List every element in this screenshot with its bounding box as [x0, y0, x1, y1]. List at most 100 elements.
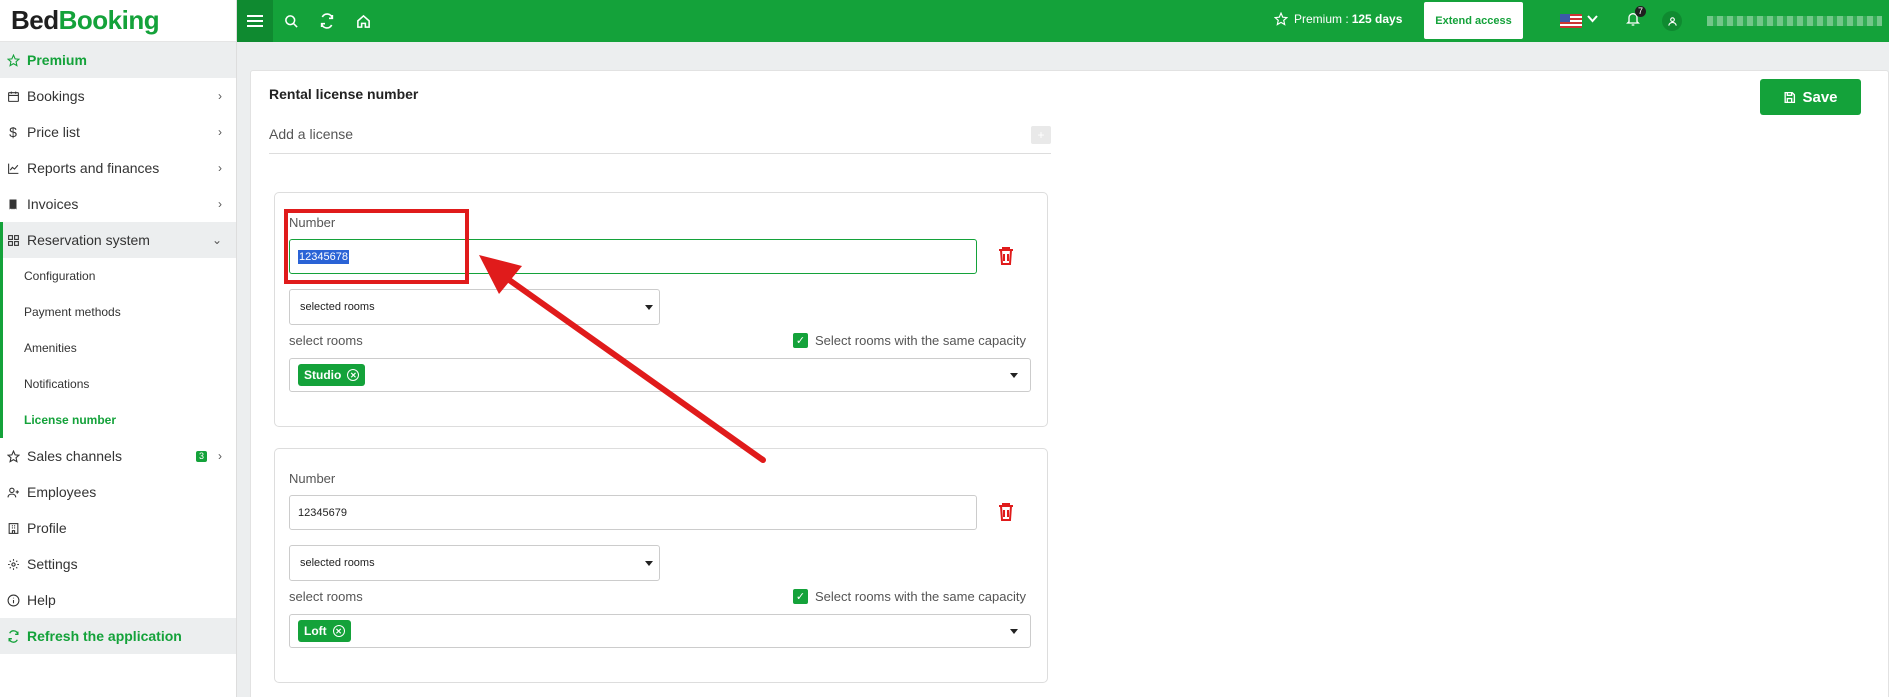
chevron-right-icon: › — [218, 197, 222, 211]
premium-days: 125 days — [1351, 12, 1403, 26]
sidebar-item-label: Premium — [27, 52, 87, 68]
reservation-subnav: Configuration Payment methods Amenities … — [0, 258, 236, 438]
room-chip: Loft ✕ — [298, 620, 351, 642]
sidebar-subitem-configuration[interactable]: Configuration — [3, 258, 236, 294]
number-label: Number — [289, 471, 336, 486]
caret-down-icon — [1010, 373, 1018, 378]
user-plus-icon — [6, 485, 20, 499]
premium-label: Premium : — [1294, 12, 1349, 26]
select-rooms-label: select rooms — [289, 589, 363, 604]
room-mode-value: selected rooms — [300, 301, 375, 313]
same-capacity-label: Select rooms with the same capacity — [815, 333, 1026, 348]
sidebar-item-employees[interactable]: Employees — [0, 474, 236, 510]
save-button[interactable]: Save — [1760, 79, 1861, 115]
sidebar-item-label: Reports and finances — [27, 160, 160, 176]
info-circle-icon — [6, 593, 20, 607]
extend-access-button[interactable]: Extend access — [1424, 2, 1523, 39]
sidebar-subitem-payment-methods[interactable]: Payment methods — [3, 294, 236, 330]
sidebar-subitem-license-number[interactable]: License number — [3, 402, 236, 438]
hamburger-menu-icon[interactable] — [237, 0, 273, 42]
user-icon — [1667, 16, 1677, 26]
license-number-value: 12345679 — [298, 506, 347, 519]
save-label: Save — [1802, 88, 1838, 106]
same-capacity-checkbox[interactable]: ✓ Select rooms with the same capacity — [793, 589, 1026, 604]
grid-icon — [6, 233, 20, 247]
room-mode-select[interactable]: selected rooms — [289, 289, 660, 325]
add-license-label: Add a license — [269, 126, 354, 142]
add-license-button[interactable]: + — [1031, 126, 1051, 144]
sidebar-item-invoices[interactable]: Invoices › — [0, 186, 236, 222]
chevron-right-icon: › — [218, 449, 222, 463]
brand-logo[interactable]: Bed Booking — [0, 0, 236, 42]
chart-line-icon — [6, 161, 20, 175]
rooms-multiselect[interactable]: Loft ✕ — [289, 614, 1031, 648]
sidebar-item-label: Employees — [27, 484, 97, 500]
caret-down-icon — [645, 305, 653, 310]
sidebar-item-label: Profile — [27, 520, 67, 536]
premium-status: Premium : 125 days — [1274, 12, 1402, 26]
count-badge: 3 — [195, 451, 207, 462]
remove-chip-icon[interactable]: ✕ — [347, 369, 360, 381]
sidebar-item-profile[interactable]: Profile — [0, 510, 236, 546]
checkmark-icon: ✓ — [793, 333, 809, 348]
chevron-right-icon: › — [218, 89, 222, 103]
building-icon — [6, 521, 20, 535]
sidebar-subitem-notifications[interactable]: Notifications — [3, 366, 236, 402]
chevron-down-icon[interactable] — [1587, 12, 1598, 26]
sidebar-item-price-list[interactable]: $ Price list › — [0, 114, 236, 150]
chevron-down-icon: ⌄ — [211, 233, 222, 247]
sidebar-item-label: Reservation system — [27, 232, 150, 248]
brand-part-1: Bed — [11, 5, 59, 35]
home-icon[interactable] — [345, 0, 381, 42]
sidebar-subitem-amenities[interactable]: Amenities — [3, 330, 236, 366]
star-icon — [1274, 12, 1288, 26]
trash-icon[interactable] — [998, 246, 1016, 266]
remove-chip-icon[interactable]: ✕ — [332, 625, 345, 637]
sidebar-item-sales-channels[interactable]: Sales channels 3 › — [0, 438, 236, 474]
refresh-icon — [6, 629, 20, 643]
sidebar-item-settings[interactable]: Settings — [0, 546, 236, 582]
license-number-input[interactable]: 12345679 — [289, 495, 977, 530]
select-rooms-label: select rooms — [289, 333, 363, 348]
sidebar-item-label: Invoices — [27, 196, 79, 212]
gear-icon — [6, 557, 20, 571]
checkmark-icon: ✓ — [793, 589, 809, 604]
add-license-row: Add a license + — [269, 126, 1051, 154]
sidebar-item-help[interactable]: Help — [0, 582, 236, 618]
trash-icon[interactable] — [998, 502, 1016, 522]
room-chip-label: Loft — [304, 624, 327, 638]
dollar-icon: $ — [9, 124, 17, 140]
user-avatar[interactable] — [1662, 11, 1682, 31]
sidebar-item-label: Price list — [27, 124, 80, 140]
us-flag-icon[interactable] — [1560, 14, 1582, 28]
star-outline-icon — [6, 449, 20, 463]
sidebar-item-bookings[interactable]: Bookings › — [0, 78, 236, 114]
room-mode-select[interactable]: selected rooms — [289, 545, 660, 581]
sidebar-item-reports[interactable]: Reports and finances › — [0, 150, 236, 186]
sidebar: Bed Booking Premium Bookings › $ Price li… — [0, 0, 237, 697]
room-chip-label: Studio — [304, 368, 342, 382]
license-settings-card: Rental license number Save Add a license… — [250, 70, 1889, 697]
refresh-application-button[interactable]: Refresh the application — [0, 618, 236, 654]
chevron-right-icon: › — [218, 161, 222, 175]
search-icon[interactable] — [273, 0, 309, 42]
star-icon — [6, 53, 20, 67]
sidebar-item-label: Help — [27, 592, 56, 608]
floppy-disk-icon — [1784, 91, 1796, 103]
user-name-blurred[interactable] — [1707, 16, 1882, 26]
sidebar-item-premium[interactable]: Premium — [0, 42, 236, 78]
sidebar-item-label: Sales channels — [27, 448, 122, 464]
annotation-highlight-box — [284, 209, 469, 284]
notification-count-badge: 7 — [1635, 6, 1647, 17]
sidebar-item-reservation-system[interactable]: Reservation system ⌄ — [0, 222, 236, 258]
license-entry: Number 12345679 selected rooms select ro… — [274, 448, 1048, 683]
sidebar-item-label: Bookings — [27, 88, 85, 104]
room-chip: Studio ✕ — [298, 364, 366, 386]
same-capacity-label: Select rooms with the same capacity — [815, 589, 1026, 604]
page-title: Rental license number — [269, 86, 419, 102]
sync-icon[interactable] — [309, 0, 345, 42]
refresh-label: Refresh the application — [27, 628, 182, 644]
same-capacity-checkbox[interactable]: ✓ Select rooms with the same capacity — [793, 333, 1026, 348]
rooms-multiselect[interactable]: Studio ✕ — [289, 358, 1031, 392]
room-mode-value: selected rooms — [300, 557, 375, 569]
